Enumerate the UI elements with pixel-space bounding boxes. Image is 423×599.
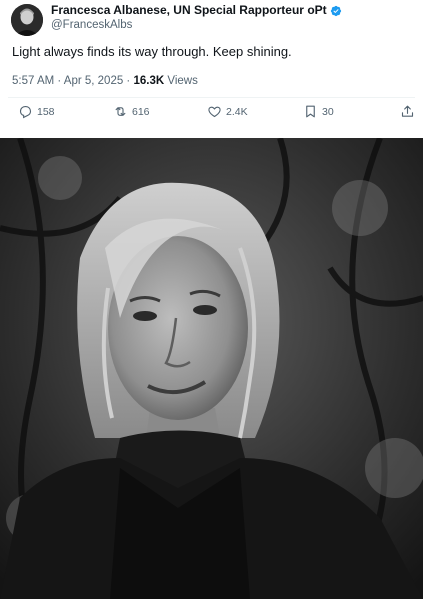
- views-count[interactable]: 16.3K: [133, 75, 164, 87]
- retweet-button[interactable]: 616: [113, 104, 150, 119]
- avatar[interactable]: [11, 4, 43, 36]
- tweet-timestamp[interactable]: 5:57 AM · Apr 5, 2025 ·: [12, 75, 133, 87]
- views-label: Views: [164, 75, 198, 87]
- bookmark-count: 30: [322, 105, 334, 118]
- verified-badge-icon: [330, 5, 341, 16]
- retweet-icon: [115, 107, 126, 116]
- bookmark-button[interactable]: 30: [303, 104, 334, 119]
- like-count: 2.4K: [226, 105, 248, 118]
- tweet-card: Francesca Albanese, UN Special Rapporteu…: [0, 0, 423, 138]
- retweet-count: 616: [132, 105, 150, 118]
- author-names: Francesca Albanese, UN Special Rapporteu…: [51, 3, 342, 33]
- author-name-row[interactable]: Francesca Albanese, UN Special Rapporteu…: [51, 3, 342, 18]
- tweet-meta: 5:57 AM · Apr 5, 2025 · 16.3K Views: [12, 75, 198, 87]
- author-handle[interactable]: @FranceskAlbs: [51, 18, 342, 33]
- divider: [8, 97, 415, 98]
- bookmark-icon: [306, 105, 315, 118]
- tweet-text: Light always finds its way through. Keep…: [12, 44, 292, 59]
- reply-icon: [19, 105, 32, 119]
- attached-photo[interactable]: [0, 138, 423, 599]
- heart-icon: [208, 106, 221, 118]
- reply-button[interactable]: 158: [18, 104, 55, 119]
- reply-count: 158: [37, 105, 55, 118]
- portrait-image: [0, 138, 423, 599]
- tweet-header: Francesca Albanese, UN Special Rapporteu…: [11, 3, 342, 43]
- like-button[interactable]: 2.4K: [207, 104, 248, 119]
- author-display-name[interactable]: Francesca Albanese, UN Special Rapporteu…: [51, 3, 327, 18]
- share-button[interactable]: [400, 104, 419, 119]
- tweet-actions: 158 616 2.4K 30: [0, 104, 423, 128]
- share-icon: [401, 105, 414, 117]
